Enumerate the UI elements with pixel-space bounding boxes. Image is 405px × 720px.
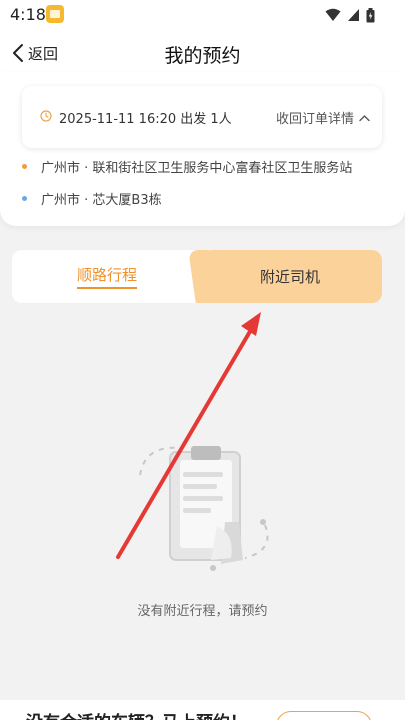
clipboard-illustration [139,446,269,571]
order-card: 2025-11-11 16:20 出发 1人 收回订单详情 广州市 · 联和街社… [0,72,405,226]
status-time: 4:18 [10,5,46,24]
collapse-order-details-button[interactable]: 收回订单详情 [276,108,370,127]
order-summary: 2025-11-11 16:20 出发 1人 收回订单详情 [22,86,382,148]
tab-nearby-drivers[interactable]: 附近司机 [198,250,382,303]
notification-app-icon [46,5,64,23]
empty-state-message: 没有附近行程，请预约 [137,604,268,619]
collapse-label: 收回订单详情 [275,112,354,127]
chevron-up-icon [359,114,370,121]
destination-dot [22,195,27,201]
status-icons [325,7,375,23]
wifi-icon [325,8,341,21]
origin-dot [22,163,27,169]
bottom-bar: 没有合适的车辆？马上预约！ [0,700,405,720]
battery-icon [366,7,375,22]
order-time-summary: 2025-11-11 16:20 出发 1人 [59,112,232,127]
tab-nearby-drivers-label: 附近司机 [259,268,320,286]
origin-address: 广州市 · 联和街社区卫生服务中心富春社区卫生服务站 [41,160,353,176]
nav-bar: 返回 我的预约 [0,30,405,76]
tab-along-route[interactable]: 顺路行程 [12,250,202,303]
origin-row: 广州市 · 联和街社区卫生服务中心富春社区卫生服务站 [22,156,352,176]
tab-along-route-label: 顺路行程 [76,264,137,289]
trip-tabs: 顺路行程 附近司机 [12,250,382,303]
signal-icon [348,9,359,21]
booking-prompt: 没有合适的车辆？马上预约！ [26,708,247,720]
page-title: 我的预约 [164,45,241,67]
destination-address: 广州市 · 芯大厦B3栋 [41,192,162,208]
status-bar: 4:18 [0,0,405,30]
book-button[interactable] [276,711,372,720]
clock-icon [40,110,52,122]
destination-row: 广州市 · 芯大厦B3栋 [22,188,162,208]
